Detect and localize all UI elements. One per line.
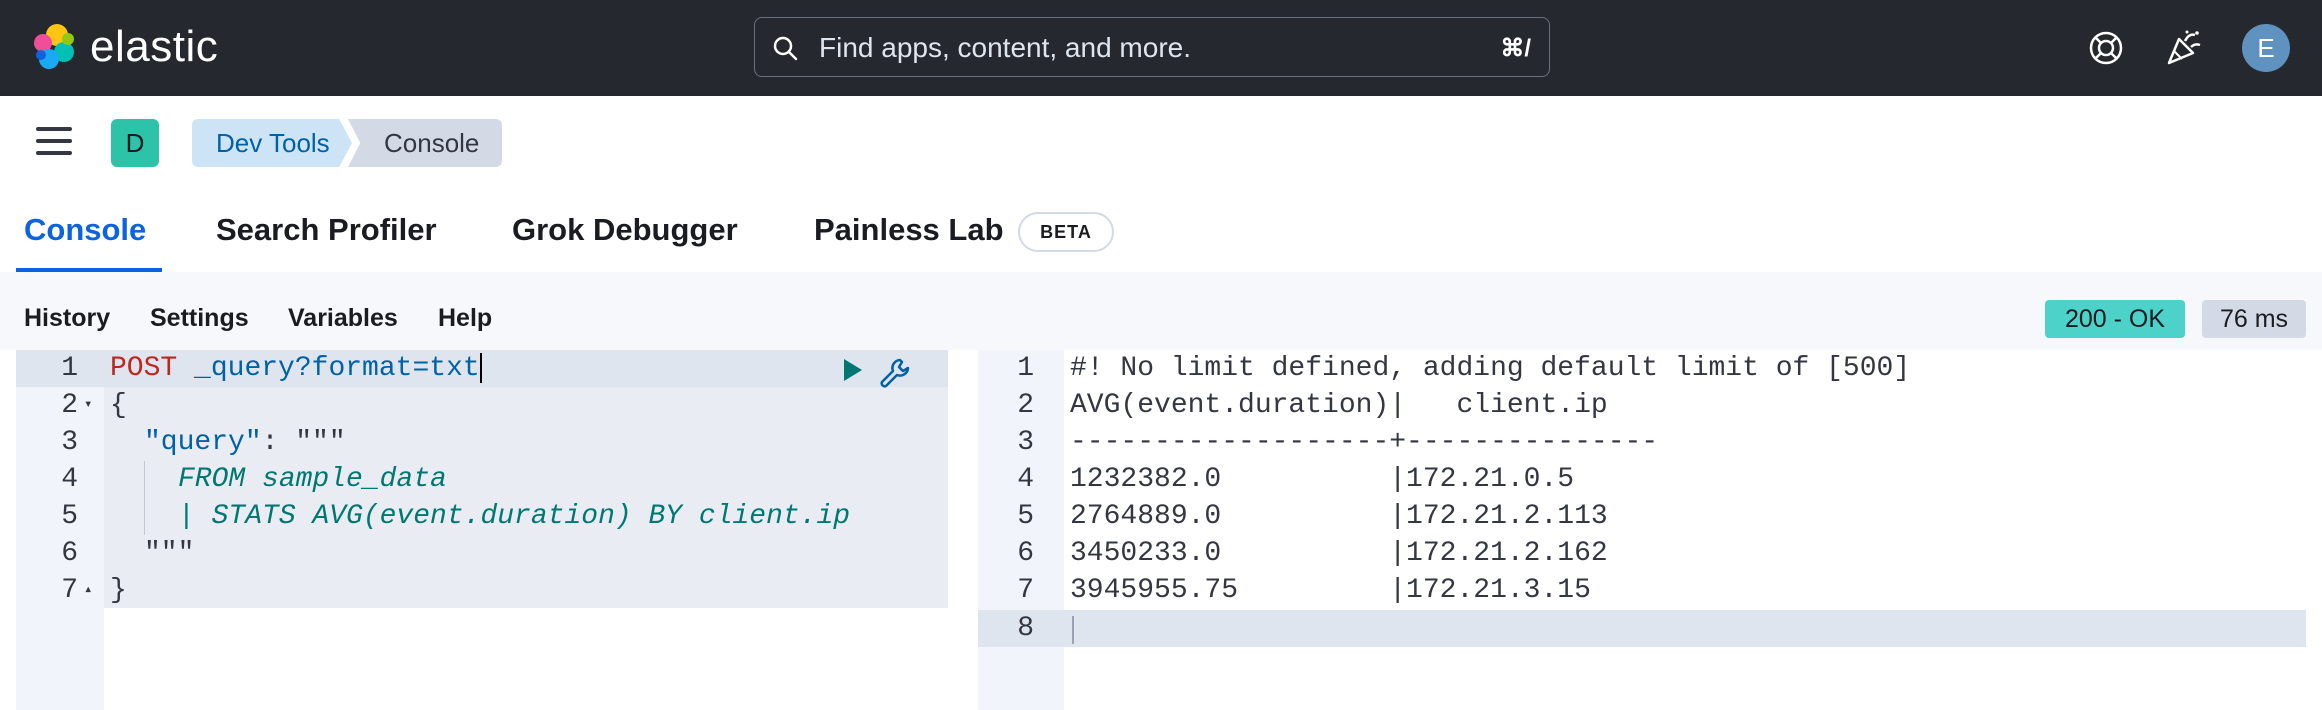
- global-search[interactable]: ⌘/: [754, 17, 1550, 77]
- hamburger-icon-line: [36, 139, 72, 143]
- wrench-icon[interactable]: [878, 356, 912, 390]
- query-key: "query": [144, 427, 262, 458]
- variables-button[interactable]: Variables: [288, 304, 398, 333]
- elastic-logo-icon: [34, 24, 74, 69]
- beta-badge: BETA: [1018, 212, 1114, 252]
- search-icon: [773, 36, 798, 61]
- fold-down-icon[interactable]: ▾: [84, 387, 92, 424]
- news-button[interactable]: [2160, 24, 2208, 72]
- request-line-3: "query": """: [144, 424, 346, 461]
- nav-bar: D Dev Tools Console: [0, 96, 2322, 190]
- hamburger-icon: [36, 127, 72, 131]
- line-number: 5: [61, 501, 78, 532]
- response-line-5: 2764889.0 |172.21.2.113: [1070, 501, 1659, 532]
- help-lifebuoy-icon: [2089, 31, 2123, 65]
- line-number: 2: [1017, 390, 1034, 421]
- console-toolbar: History Settings Variables Help: [0, 272, 2322, 350]
- fold-up-icon[interactable]: ▴: [84, 572, 92, 609]
- line-number: 6: [1017, 538, 1034, 569]
- request-line-2: {: [110, 390, 127, 421]
- response-line-3: -------------------+---------------: [1070, 427, 1659, 458]
- search-shortcut: ⌘/: [1500, 35, 1531, 62]
- send-request-play-icon[interactable]: [840, 356, 866, 384]
- line-number: 3: [61, 427, 78, 458]
- line-number: 7: [61, 575, 78, 606]
- request-path: _query?format=txt: [194, 353, 480, 384]
- status-badge: 200 - OK: [2045, 300, 2185, 338]
- active-line-highlight: [978, 610, 2306, 647]
- line-number: 4: [61, 464, 78, 495]
- request-line-1: POST _query?format=txt: [110, 350, 482, 387]
- tab-painless-lab[interactable]: Painless Lab: [814, 212, 1004, 248]
- help-link[interactable]: Help: [438, 304, 492, 333]
- response-line-2: AVG(event.duration)| client.ip: [1070, 390, 1659, 421]
- party-popper-icon: [2167, 30, 2201, 65]
- user-avatar[interactable]: E: [2242, 24, 2290, 72]
- response-cursor: [1072, 616, 1074, 644]
- response-line-4: 1232382.0 |172.21.0.5: [1070, 464, 1659, 495]
- line-number: 2: [61, 390, 78, 421]
- triple-quote-open: """: [295, 427, 346, 458]
- indent-guide: [144, 461, 145, 535]
- top-header: elastic ⌘/ E: [0, 0, 2322, 96]
- history-button[interactable]: History: [24, 304, 110, 333]
- request-line-7: }: [110, 575, 127, 606]
- space-avatar[interactable]: D: [111, 119, 159, 167]
- tab-console[interactable]: Console: [24, 212, 146, 248]
- line-number: 3: [1017, 427, 1034, 458]
- triple-quote-close: """: [144, 538, 195, 569]
- menu-button[interactable]: [36, 127, 72, 159]
- response-line-1: #! No limit defined, adding default limi…: [1070, 353, 1911, 384]
- tab-search-profiler[interactable]: Search Profiler: [216, 212, 437, 248]
- response-line-7: 3945955.75 |172.21.3.15: [1070, 575, 1659, 606]
- breadcrumb-dev-tools[interactable]: Dev Tools: [192, 119, 352, 167]
- line-number: 1: [1017, 353, 1034, 384]
- response-viewer[interactable]: 1 2 3 4 5 6 7 8 #! No limit defined, add…: [978, 350, 2306, 710]
- line-number: 1: [61, 353, 78, 384]
- request-editor[interactable]: 1 2 3 4 5 6 7 ▾ ▴ POST _query?format=txt…: [16, 350, 948, 710]
- duration-badge: 76 ms: [2202, 300, 2306, 338]
- http-method: POST: [110, 353, 178, 384]
- colon: :: [261, 427, 296, 458]
- text-cursor: [479, 352, 482, 383]
- line-number: 8: [1017, 613, 1034, 644]
- search-input[interactable]: [817, 28, 1441, 68]
- esql-stats-line: | STATS AVG(event.duration) BY client.ip: [178, 501, 851, 532]
- elastic-logo[interactable]: elastic: [30, 22, 218, 72]
- response-line-6: 3450233.0 |172.21.2.162: [1070, 538, 1659, 569]
- line-number: 4: [1017, 464, 1034, 495]
- line-number: 5: [1017, 501, 1034, 532]
- line-number: 6: [61, 538, 78, 569]
- breadcrumb-console: Console: [348, 119, 502, 167]
- dev-tools-tabs: Console Search Profiler Grok Debugger Pa…: [0, 190, 2322, 273]
- esql-from-line: FROM sample_data: [178, 464, 447, 495]
- settings-button[interactable]: Settings: [150, 304, 249, 333]
- tab-grok-debugger[interactable]: Grok Debugger: [512, 212, 738, 248]
- help-button[interactable]: [2082, 24, 2130, 72]
- line-number: 7: [1017, 575, 1034, 606]
- brand-name: elastic: [90, 22, 219, 71]
- hamburger-icon-line: [36, 151, 72, 155]
